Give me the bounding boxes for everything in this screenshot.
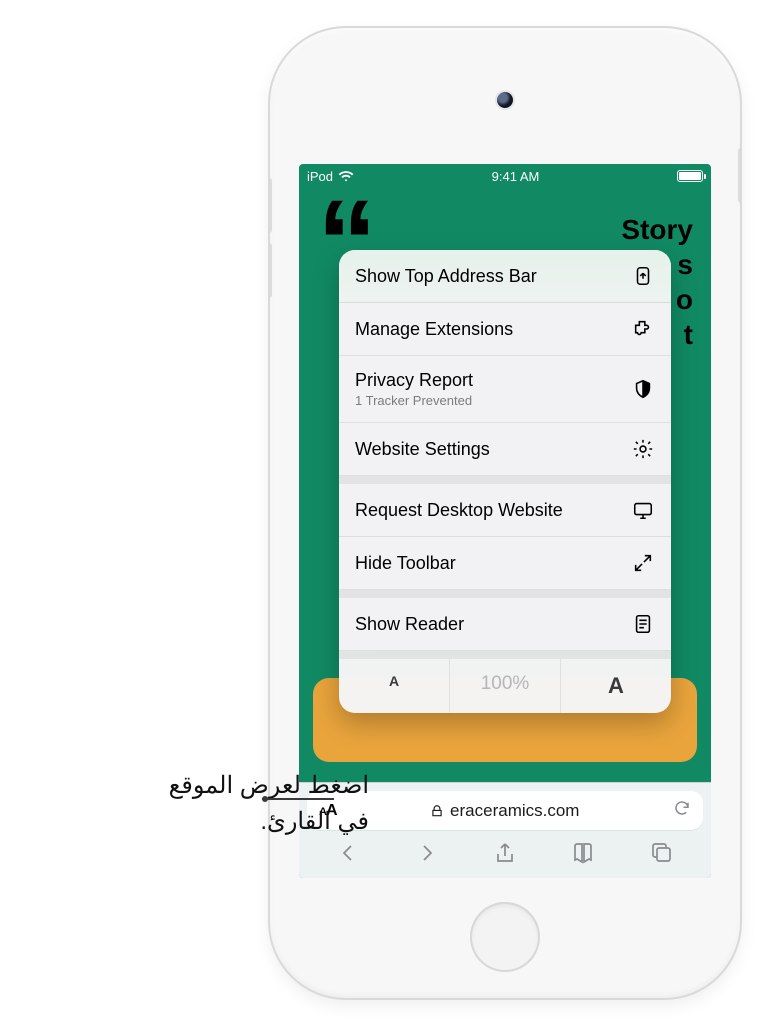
url-text: eraceramics.com bbox=[450, 801, 579, 821]
menu-item-subtitle: 1 Tracker Prevented bbox=[355, 393, 473, 408]
front-camera bbox=[497, 92, 513, 108]
battery-icon bbox=[677, 170, 703, 182]
bookmarks-button[interactable] bbox=[561, 838, 605, 868]
home-button[interactable] bbox=[470, 902, 540, 972]
menu-item-label: Request Desktop Website bbox=[355, 500, 563, 521]
url-display[interactable]: eraceramics.com bbox=[347, 801, 663, 821]
page-settings-menu: Show Top Address Bar Manage Extensions P… bbox=[339, 250, 671, 713]
power-button bbox=[738, 148, 740, 203]
expand-icon bbox=[631, 551, 655, 575]
callout-line: في القارئ. bbox=[169, 804, 369, 840]
puzzle-icon bbox=[631, 317, 655, 341]
ipod-device-frame: iPod 9:41 AM “ Story s o t Show Top Addr… bbox=[270, 28, 740, 998]
menu-request-desktop[interactable]: Request Desktop Website bbox=[339, 476, 671, 537]
reader-icon bbox=[631, 612, 655, 636]
text-size-increase[interactable]: A bbox=[561, 659, 671, 713]
callout-text: اضغط لعرض الموقع في القارئ. bbox=[169, 768, 369, 840]
headline-word: Story bbox=[621, 212, 693, 247]
menu-item-label: Manage Extensions bbox=[355, 319, 513, 340]
menu-privacy-report[interactable]: Privacy Report 1 Tracker Prevented bbox=[339, 356, 671, 423]
menu-item-label: Hide Toolbar bbox=[355, 553, 456, 574]
volume-down-button bbox=[270, 243, 272, 298]
move-to-top-icon bbox=[631, 264, 655, 288]
menu-show-top-address-bar[interactable]: Show Top Address Bar bbox=[339, 250, 671, 303]
menu-item-label: Show Reader bbox=[355, 614, 464, 635]
volume-up-button bbox=[270, 178, 272, 233]
back-button[interactable] bbox=[326, 838, 370, 868]
text-size-row: A 100% A bbox=[339, 651, 671, 713]
menu-item-label: Privacy Report bbox=[355, 370, 473, 391]
callout-leader-line bbox=[262, 798, 334, 800]
share-button[interactable] bbox=[483, 838, 527, 868]
menu-manage-extensions[interactable]: Manage Extensions bbox=[339, 303, 671, 356]
shield-icon bbox=[631, 377, 655, 401]
menu-item-label: Website Settings bbox=[355, 439, 490, 460]
reload-button[interactable] bbox=[673, 799, 691, 822]
forward-button[interactable] bbox=[405, 838, 449, 868]
gear-icon bbox=[631, 437, 655, 461]
menu-item-label: Show Top Address Bar bbox=[355, 266, 537, 287]
menu-hide-toolbar[interactable]: Hide Toolbar bbox=[339, 537, 671, 590]
lock-icon bbox=[430, 804, 444, 818]
desktop-icon bbox=[631, 498, 655, 522]
text-size-value: 100% bbox=[450, 659, 561, 713]
clock: 9:41 AM bbox=[492, 169, 540, 184]
tabs-button[interactable] bbox=[640, 838, 684, 868]
menu-website-settings[interactable]: Website Settings bbox=[339, 423, 671, 476]
menu-show-reader[interactable]: Show Reader bbox=[339, 590, 671, 651]
text-size-decrease[interactable]: A bbox=[339, 659, 450, 713]
